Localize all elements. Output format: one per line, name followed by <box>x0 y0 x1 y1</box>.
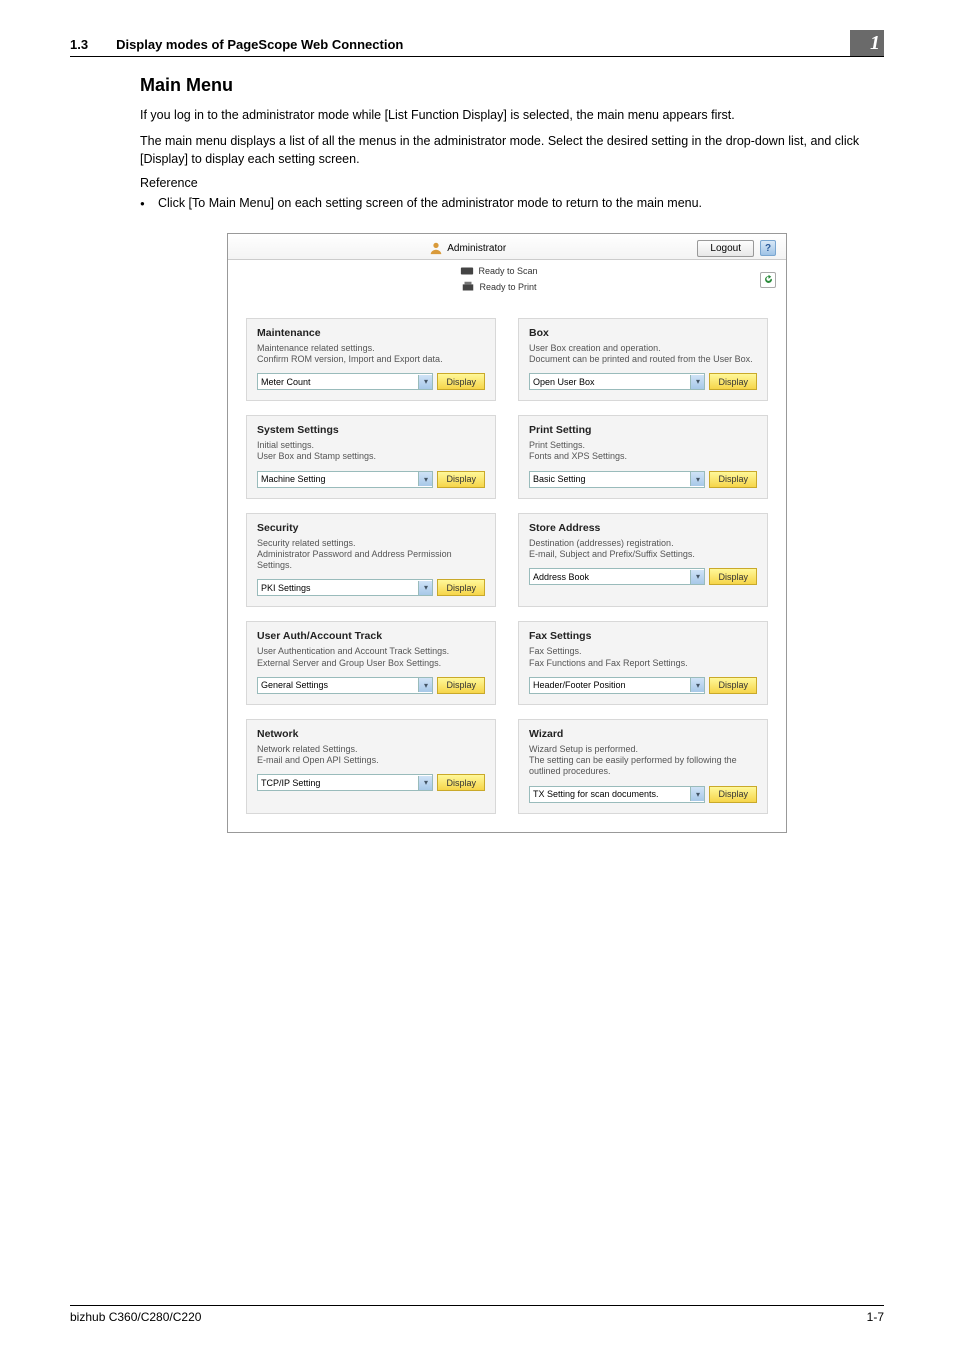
card-title: Network <box>257 728 485 740</box>
card-description: Wizard Setup is performed.The setting ca… <box>529 744 757 778</box>
footer-page: 1-7 <box>867 1310 884 1324</box>
chevron-down-icon: ▾ <box>690 375 704 389</box>
paragraph-1: If you log in to the administrator mode … <box>140 106 874 124</box>
chevron-down-icon: ▾ <box>418 776 432 790</box>
card-select[interactable]: TCP/IP Setting ▾ <box>257 774 433 791</box>
display-button[interactable]: Display <box>437 471 485 488</box>
card-title: Print Setting <box>529 424 757 436</box>
page-title: Main Menu <box>140 75 874 96</box>
screenshot-panel: Administrator Logout ? Ready to Scan Rea… <box>227 233 787 833</box>
card-select-label: Meter Count <box>261 377 311 387</box>
card-select-label: PKI Settings <box>261 583 311 593</box>
display-button[interactable]: Display <box>709 677 757 694</box>
card-box: Box User Box creation and operation.Docum… <box>518 318 768 402</box>
card-description: Fax Settings.Fax Functions and Fax Repor… <box>529 646 757 669</box>
card-select[interactable]: TX Setting for scan documents. ▾ <box>529 786 705 803</box>
card-select-label: Open User Box <box>533 377 595 387</box>
card-user-auth-account-track: User Auth/Account Track User Authenticati… <box>246 621 496 705</box>
card-title: Security <box>257 522 485 534</box>
card-store-address: Store Address Destination (addresses) reg… <box>518 513 768 608</box>
admin-icon <box>429 241 443 255</box>
status-scan: Ready to Scan <box>478 266 537 276</box>
chapter-number: 1 <box>870 32 880 55</box>
card-select-label: Basic Setting <box>533 474 586 484</box>
chevron-down-icon: ▾ <box>418 472 432 486</box>
reference-label: Reference <box>140 176 874 190</box>
card-select-label: TCP/IP Setting <box>261 778 320 788</box>
section-number: 1.3 <box>70 37 88 52</box>
card-title: Box <box>529 327 757 339</box>
card-title: Maintenance <box>257 327 485 339</box>
display-button[interactable]: Display <box>437 373 485 390</box>
chevron-down-icon: ▾ <box>690 787 704 801</box>
card-select[interactable]: Machine Setting ▾ <box>257 471 433 488</box>
footer-model: bizhub C360/C280/C220 <box>70 1310 201 1324</box>
card-description: Security related settings.Administrator … <box>257 538 485 572</box>
card-maintenance: Maintenance Maintenance related settings.… <box>246 318 496 402</box>
chevron-down-icon: ▾ <box>418 375 432 389</box>
card-select[interactable]: General Settings ▾ <box>257 677 433 694</box>
scanner-icon <box>460 264 474 278</box>
card-network: Network Network related Settings.E-mail a… <box>246 719 496 814</box>
chapter-badge: 1 <box>850 30 884 56</box>
card-title: Store Address <box>529 522 757 534</box>
logout-button[interactable]: Logout <box>697 240 754 257</box>
card-select[interactable]: Open User Box ▾ <box>529 373 705 390</box>
card-title: Fax Settings <box>529 630 757 642</box>
card-fax-settings: Fax Settings Fax Settings.Fax Functions a… <box>518 621 768 705</box>
card-title: User Auth/Account Track <box>257 630 485 642</box>
card-description: Print Settings.Fonts and XPS Settings. <box>529 440 757 463</box>
section-title: Display modes of PageScope Web Connectio… <box>116 37 850 52</box>
chevron-down-icon: ▾ <box>690 472 704 486</box>
card-description: Network related Settings.E-mail and Open… <box>257 744 485 767</box>
card-select[interactable]: Basic Setting ▾ <box>529 471 705 488</box>
card-description: User Authentication and Account Track Se… <box>257 646 485 669</box>
refresh-button[interactable] <box>760 272 776 288</box>
card-title: System Settings <box>257 424 485 436</box>
card-select-label: Header/Footer Position <box>533 680 626 690</box>
card-security: Security Security related settings.Admini… <box>246 513 496 608</box>
chevron-down-icon: ▾ <box>690 678 704 692</box>
card-wizard: Wizard Wizard Setup is performed.The sett… <box>518 719 768 814</box>
card-system-settings: System Settings Initial settings.User Box… <box>246 415 496 499</box>
display-button[interactable]: Display <box>709 471 757 488</box>
card-description: Destination (addresses) registration.E-m… <box>529 538 757 561</box>
card-select-label: General Settings <box>261 680 328 690</box>
reference-bullet: Click [To Main Menu] on each setting scr… <box>140 194 874 212</box>
printer-icon <box>461 280 475 294</box>
card-select-label: Address Book <box>533 572 589 582</box>
card-select-label: Machine Setting <box>261 474 326 484</box>
card-description: Initial settings.User Box and Stamp sett… <box>257 440 485 463</box>
paragraph-2: The main menu displays a list of all the… <box>140 132 874 168</box>
chevron-down-icon: ▾ <box>690 570 704 584</box>
status-print: Ready to Print <box>479 282 536 292</box>
card-select[interactable]: PKI Settings ▾ <box>257 579 433 596</box>
card-select[interactable]: Meter Count ▾ <box>257 373 433 390</box>
chevron-down-icon: ▾ <box>418 581 432 595</box>
card-select[interactable]: Header/Footer Position ▾ <box>529 677 705 694</box>
card-select[interactable]: Address Book ▾ <box>529 568 705 585</box>
display-button[interactable]: Display <box>709 568 757 585</box>
display-button[interactable]: Display <box>437 677 485 694</box>
card-description: User Box creation and operation.Document… <box>529 343 757 366</box>
card-print-setting: Print Setting Print Settings.Fonts and XP… <box>518 415 768 499</box>
chevron-down-icon: ▾ <box>418 678 432 692</box>
display-button[interactable]: Display <box>709 786 757 803</box>
display-button[interactable]: Display <box>709 373 757 390</box>
display-button[interactable]: Display <box>437 774 485 791</box>
administrator-label: Administrator <box>447 243 506 254</box>
card-description: Maintenance related settings.Confirm ROM… <box>257 343 485 366</box>
card-select-label: TX Setting for scan documents. <box>533 789 659 799</box>
card-title: Wizard <box>529 728 757 740</box>
help-button[interactable]: ? <box>760 240 776 256</box>
display-button[interactable]: Display <box>437 579 485 596</box>
